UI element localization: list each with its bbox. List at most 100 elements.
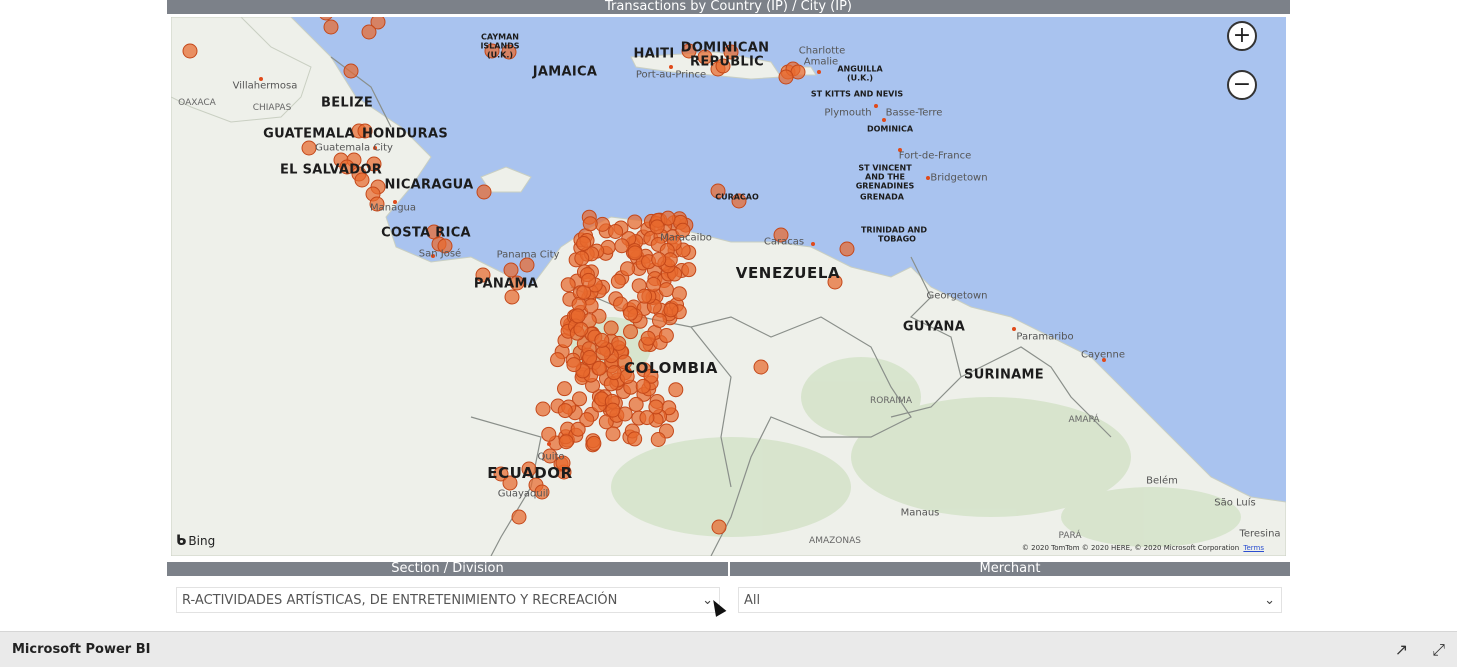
label-ecuador: ECUADOR (487, 464, 573, 482)
bubble-map[interactable]: + − BELIZE GUATEMALA HONDURAS EL SALVADO… (171, 17, 1286, 556)
terms-link[interactable]: Terms (1243, 544, 1264, 552)
transaction-bubble[interactable] (671, 286, 687, 302)
transaction-bubble[interactable] (504, 289, 520, 305)
label-grenada: GRENADA (860, 192, 904, 202)
transaction-bubble[interactable] (627, 214, 643, 230)
label-bridgetown: Bridgetown (930, 172, 988, 184)
label-suriname: SURINAME (964, 367, 1044, 383)
transaction-bubble[interactable] (658, 282, 674, 298)
chevron-down-icon[interactable]: ⌄ (1264, 593, 1275, 608)
transaction-bubble[interactable] (648, 399, 664, 415)
transaction-bubble[interactable] (614, 238, 630, 254)
transaction-bubble[interactable] (566, 357, 582, 373)
transaction-bubble[interactable] (503, 262, 519, 278)
transaction-bubble[interactable] (580, 272, 596, 288)
report-page: Transactions by Country (IP) / City (IP) (0, 0, 1457, 667)
transaction-bubble[interactable] (591, 360, 607, 376)
transaction-bubble[interactable] (608, 223, 624, 239)
section-slicer-header: Section / Division (167, 562, 728, 576)
transaction-bubble[interactable] (605, 402, 621, 418)
fullscreen-icon[interactable]: ⤢ (1432, 640, 1445, 660)
transaction-bubble[interactable] (557, 381, 573, 397)
label-sao-luis: São Luís (1214, 497, 1256, 509)
share-icon[interactable]: ↗ (1395, 640, 1408, 660)
transaction-bubble[interactable] (570, 308, 586, 324)
transaction-bubble[interactable] (301, 140, 317, 156)
transaction-bubble[interactable] (576, 235, 592, 251)
map-visual-title: Transactions by Country (IP) / City (IP) (167, 0, 1290, 14)
transaction-bubble[interactable] (323, 19, 339, 35)
transaction-bubble[interactable] (635, 378, 651, 394)
attribution-text: © 2020 TomTom © 2020 HERE, © 2020 Micros… (1021, 544, 1240, 552)
zoom-out-button[interactable]: − (1227, 70, 1257, 100)
transaction-bubble[interactable] (570, 421, 586, 437)
transaction-bubble[interactable] (574, 250, 590, 266)
transaction-bubble[interactable] (839, 241, 855, 257)
transaction-bubble[interactable] (627, 431, 643, 447)
transaction-bubble[interactable] (651, 312, 667, 328)
transaction-bubble[interactable] (476, 184, 492, 200)
transaction-bubble[interactable] (622, 305, 638, 321)
transaction-bubble[interactable] (610, 273, 626, 289)
transaction-bubble[interactable] (594, 332, 610, 348)
transaction-bubble[interactable] (753, 359, 769, 375)
bing-logo: ᑲ Bing (176, 533, 215, 549)
label-cayenne: Cayenne (1080, 349, 1126, 361)
transaction-bubble[interactable] (541, 426, 557, 442)
transaction-bubble[interactable] (778, 69, 794, 85)
label-trinidad: TRINIDAD AND (860, 225, 928, 235)
city-dot (926, 176, 930, 180)
transaction-bubble[interactable] (603, 320, 619, 336)
transaction-bubble[interactable] (711, 519, 727, 535)
transaction-bubble[interactable] (560, 277, 576, 293)
transaction-bubble[interactable] (663, 302, 679, 318)
transaction-bubble[interactable] (660, 210, 676, 226)
label-colombia: COLOMBIA (624, 359, 718, 377)
transaction-bubble[interactable] (573, 321, 589, 337)
city-dot (1012, 327, 1016, 331)
label-teresina: Teresina (1239, 528, 1281, 540)
transaction-bubble[interactable] (620, 261, 636, 277)
section-dropdown-value: R-ACTIVIDADES ARTÍSTICAS, DE ENTRETENIMI… (182, 592, 618, 608)
transaction-bubble[interactable] (628, 396, 644, 412)
transaction-bubble[interactable] (651, 251, 667, 267)
merchant-dropdown[interactable]: All ⌄ (738, 587, 1282, 613)
transaction-bubble[interactable] (681, 262, 697, 278)
transaction-bubble[interactable] (627, 245, 643, 261)
transaction-bubble[interactable] (535, 401, 551, 417)
transaction-bubble[interactable] (343, 63, 359, 79)
transaction-bubble[interactable] (606, 365, 622, 381)
transaction-bubble[interactable] (646, 276, 662, 292)
label-belem: Belém (1146, 475, 1178, 487)
merchant-slicer-header: Merchant (730, 562, 1290, 576)
city-dot (817, 70, 821, 74)
transaction-bubble[interactable] (668, 382, 684, 398)
transaction-bubble[interactable] (511, 509, 527, 525)
transaction-bubble[interactable] (582, 350, 598, 366)
transaction-bubble[interactable] (582, 216, 598, 232)
label-dominica: DOMINICA (866, 124, 914, 134)
label-quito: Quito (537, 451, 565, 463)
transaction-bubble[interactable] (658, 328, 674, 344)
label-republic: REPUBLIC (690, 54, 764, 70)
transaction-bubble[interactable] (586, 435, 602, 451)
transaction-bubble[interactable] (640, 330, 656, 346)
transaction-bubble[interactable] (550, 352, 566, 368)
powerbi-footer: Microsoft Power BI ↗ ⤢ (0, 631, 1457, 667)
transaction-bubble[interactable] (182, 43, 198, 59)
label-amazonas: AMAZONAS (809, 536, 861, 546)
transaction-bubble[interactable] (557, 403, 573, 419)
transaction-bubble[interactable] (637, 288, 653, 304)
label-haiti: HAITI (633, 46, 675, 62)
label-charlotte: Charlotte (798, 45, 846, 57)
section-dropdown[interactable]: R-ACTIVIDADES ARTÍSTICAS, DE ENTRETENIMI… (176, 587, 720, 613)
transaction-bubble[interactable] (595, 345, 611, 361)
map-attribution: © 2020 TomTom © 2020 HERE, © 2020 Micros… (1022, 544, 1264, 552)
transaction-bubble[interactable] (361, 24, 377, 40)
label-st-kitts: ST KITTS AND NEVIS (810, 89, 904, 99)
city-dot (874, 104, 878, 108)
label-venezuela: VENEZUELA (735, 264, 841, 282)
transaction-bubble[interactable] (558, 434, 574, 450)
zoom-in-button[interactable]: + (1227, 21, 1257, 51)
transaction-bubble[interactable] (650, 431, 666, 447)
